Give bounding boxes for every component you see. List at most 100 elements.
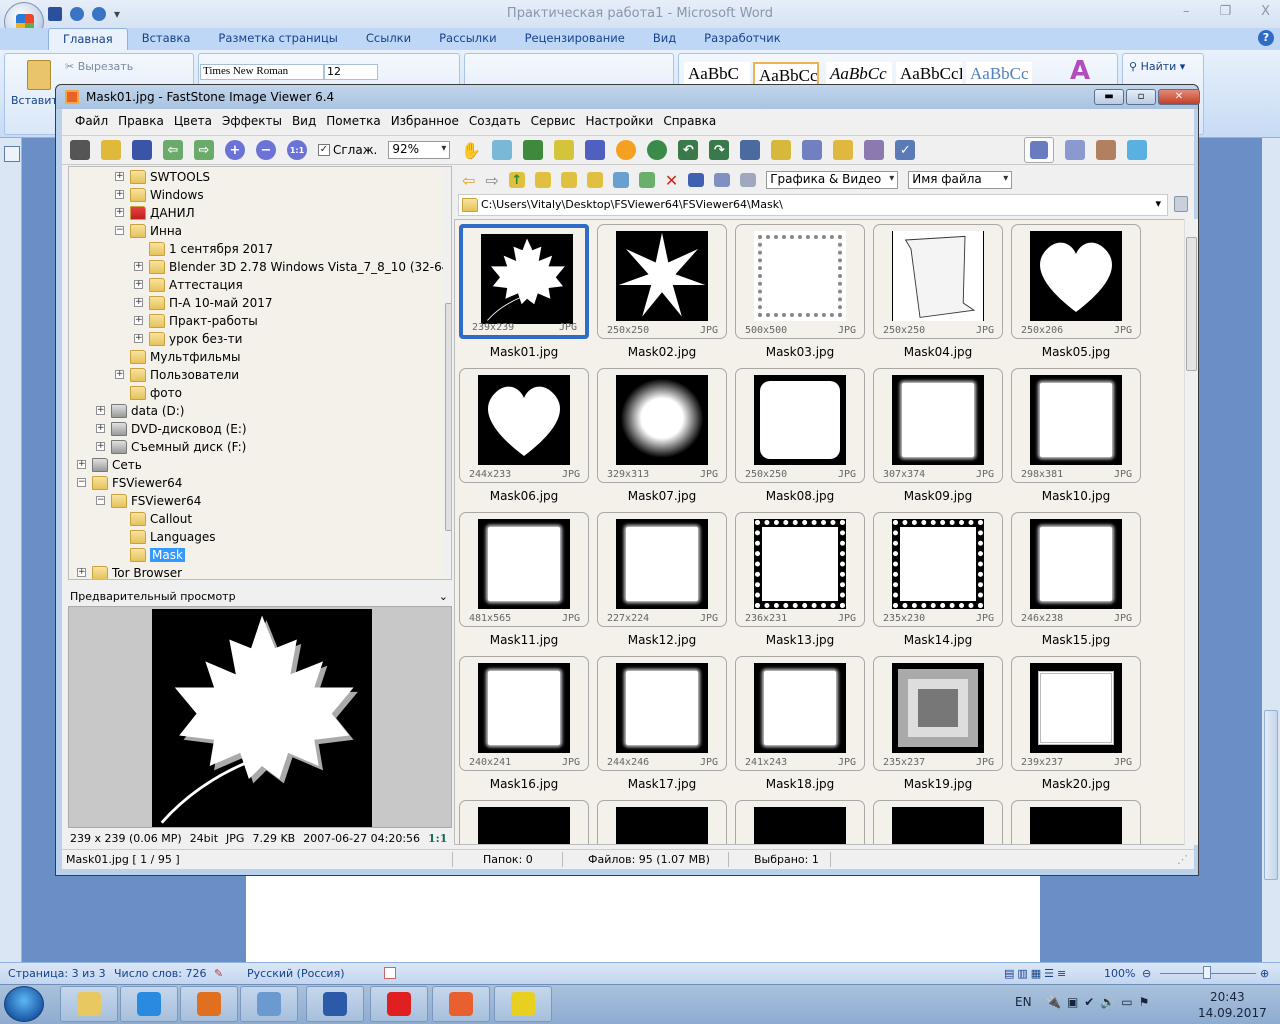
expand-icon[interactable]: +	[96, 442, 105, 451]
previous-icon[interactable]: ⇦	[163, 140, 183, 160]
word-count[interactable]: Число слов: 726	[114, 967, 207, 980]
expand-icon[interactable]: +	[134, 280, 143, 289]
expand-icon[interactable]: +	[77, 568, 86, 577]
recycle-bin-icon[interactable]	[1174, 196, 1188, 212]
new-folder-icon[interactable]	[586, 172, 603, 188]
tree-item[interactable]: Мультфильмы	[130, 348, 241, 366]
list-view-icon[interactable]	[714, 173, 731, 187]
move-to-icon[interactable]	[638, 172, 655, 188]
language-status[interactable]: Русский (Россия)	[247, 967, 345, 980]
thumbnail-filename[interactable]: Mask05.jpg	[1011, 345, 1141, 359]
expand-icon[interactable]: +	[115, 172, 124, 181]
view-buttons[interactable]: ▤▥▦☰≡	[1004, 967, 1069, 980]
document-page[interactable]	[246, 870, 1040, 962]
layout-browser-button[interactable]	[1024, 137, 1055, 163]
thumbnail-partial[interactable]	[735, 800, 865, 844]
tree-item[interactable]: − Инна	[115, 222, 182, 240]
paste-icon[interactable]	[27, 60, 51, 90]
taskbar-button[interactable]	[306, 986, 364, 1022]
resize-grip[interactable]: ⋰	[1177, 853, 1188, 866]
tree-item[interactable]: фото	[130, 384, 182, 402]
thumbnail-filename[interactable]: Mask10.jpg	[1011, 489, 1141, 503]
thumbnail[interactable]: 239x237 JPG	[1011, 656, 1141, 771]
menu-item[interactable]: Справка	[658, 114, 721, 128]
ribbon-tab[interactable]: Разметка страницы	[204, 28, 351, 50]
forward-icon[interactable]: ⇨	[485, 171, 498, 190]
clock-time[interactable]: 20:43	[1210, 990, 1245, 1004]
path-field[interactable]: C:\Users\Vitaly\Desktop\FSViewer64\FSVie…	[458, 194, 1168, 216]
fs-minimize-button[interactable]: ▬	[1094, 89, 1124, 105]
thumbnail[interactable]: 239x239 JPG	[459, 224, 589, 339]
thumbnail-filename[interactable]: Mask09.jpg	[873, 489, 1003, 503]
start-button[interactable]	[4, 986, 44, 1022]
style-heading1[interactable]: AaBbCc	[826, 62, 892, 86]
zoom-level[interactable]: 100%	[1104, 967, 1135, 980]
thumbnail[interactable]: 307x374 JPG	[873, 368, 1003, 483]
delete-icon[interactable]: ✕	[665, 171, 678, 190]
tree-item[interactable]: − FSViewer64	[77, 474, 182, 492]
tree-item[interactable]: 1 сентября 2017	[149, 240, 273, 258]
taskbar-button[interactable]	[120, 986, 178, 1022]
thumbnail[interactable]: 250x206 JPG	[1011, 224, 1141, 339]
change-styles-icon[interactable]: A	[1070, 56, 1090, 86]
thumbnail-view-icon[interactable]	[688, 173, 705, 187]
thumbnail[interactable]: 250x250 JPG	[597, 224, 727, 339]
thumbnail-filename[interactable]: Mask20.jpg	[1011, 777, 1141, 791]
macro-record-icon[interactable]	[384, 967, 396, 979]
crop-icon[interactable]	[554, 140, 575, 160]
thumbnail-filename[interactable]: Mask01.jpg	[459, 345, 589, 359]
redo-icon[interactable]	[92, 7, 106, 21]
menu-item[interactable]: Настройки	[581, 114, 659, 128]
thumbnail-partial[interactable]	[1011, 800, 1141, 844]
acquire-camera-icon[interactable]	[70, 140, 90, 160]
thumbnail-filename[interactable]: Mask16.jpg	[459, 777, 589, 791]
next-icon[interactable]: ⇨	[194, 140, 214, 160]
tree-item[interactable]: + SWTOOLS	[115, 168, 210, 186]
tree-item[interactable]: + Tor Browser	[77, 564, 182, 579]
ribbon-tab[interactable]: Вид	[639, 28, 690, 50]
save-icon[interactable]	[132, 140, 152, 160]
slideshow-icon[interactable]	[492, 140, 513, 160]
thumbnail[interactable]: 235x237 JPG	[873, 656, 1003, 771]
menu-item[interactable]: Правка	[113, 114, 169, 128]
tree-item[interactable]: Mask	[130, 546, 185, 564]
thumbnail-filename[interactable]: Mask06.jpg	[459, 489, 589, 503]
thumbnail-filename[interactable]: Mask04.jpg	[873, 345, 1003, 359]
save-icon[interactable]	[48, 7, 62, 21]
filter-select[interactable]: Графика & Видео	[766, 171, 899, 189]
thumbnail-filename[interactable]: Mask13.jpg	[735, 633, 865, 647]
thumbnail[interactable]: 241x243 JPG	[735, 656, 865, 771]
expand-icon[interactable]: +	[134, 298, 143, 307]
thumbnail[interactable]: 240x241 JPG	[459, 656, 589, 771]
thumbnail[interactable]: 500x500 JPG	[735, 224, 865, 339]
zoom-out-button[interactable]: ⊖	[1142, 967, 1151, 980]
spellcheck-icon[interactable]: ✎	[214, 967, 223, 980]
folder-tree[interactable]: + SWTOOLS + Windows + ДАНИЛ − Инна 1 сентября 20…	[68, 166, 452, 580]
thumbnail-filename[interactable]: Mask02.jpg	[597, 345, 727, 359]
style-no-spacing[interactable]: AaBbCcI	[753, 62, 819, 86]
up-folder-icon[interactable]: ↑	[508, 172, 525, 188]
tree-item[interactable]: + ДАНИЛ	[115, 204, 195, 222]
tree-item[interactable]: + Аттестация	[134, 276, 243, 294]
tree-item[interactable]: + Практ-работы	[134, 312, 258, 330]
collapse-preview-icon[interactable]: ⌄	[439, 590, 448, 603]
zoom-in-icon[interactable]: +	[225, 140, 245, 160]
zoom-slider-handle[interactable]	[1203, 966, 1211, 979]
path-dropdown-icon[interactable]: ▾	[1155, 197, 1161, 210]
thumbnail-filename[interactable]: Mask12.jpg	[597, 633, 727, 647]
menu-item[interactable]: Вид	[287, 114, 321, 128]
taskbar-button[interactable]	[494, 986, 552, 1022]
thumbnail[interactable]: 250x250 JPG	[873, 224, 1003, 339]
clock-date[interactable]: 14.09.2017	[1198, 1006, 1267, 1020]
refresh-folder-icon[interactable]	[534, 172, 551, 188]
wallpaper-icon[interactable]	[771, 140, 792, 160]
page-count[interactable]: Страница: 3 из 3	[8, 967, 106, 980]
smooth-checkbox[interactable]: ✓ Сглаж.	[318, 143, 377, 157]
expand-icon[interactable]: +	[134, 316, 143, 325]
thumbnail-partial[interactable]	[597, 800, 727, 844]
thumbnail[interactable]: 236x231 JPG	[735, 512, 865, 627]
layout-preview-icon[interactable]	[1065, 140, 1086, 160]
taskbar-button[interactable]	[240, 986, 298, 1022]
sort-select[interactable]: Имя файла	[908, 171, 1013, 189]
adjust-colors-icon[interactable]	[616, 140, 637, 160]
